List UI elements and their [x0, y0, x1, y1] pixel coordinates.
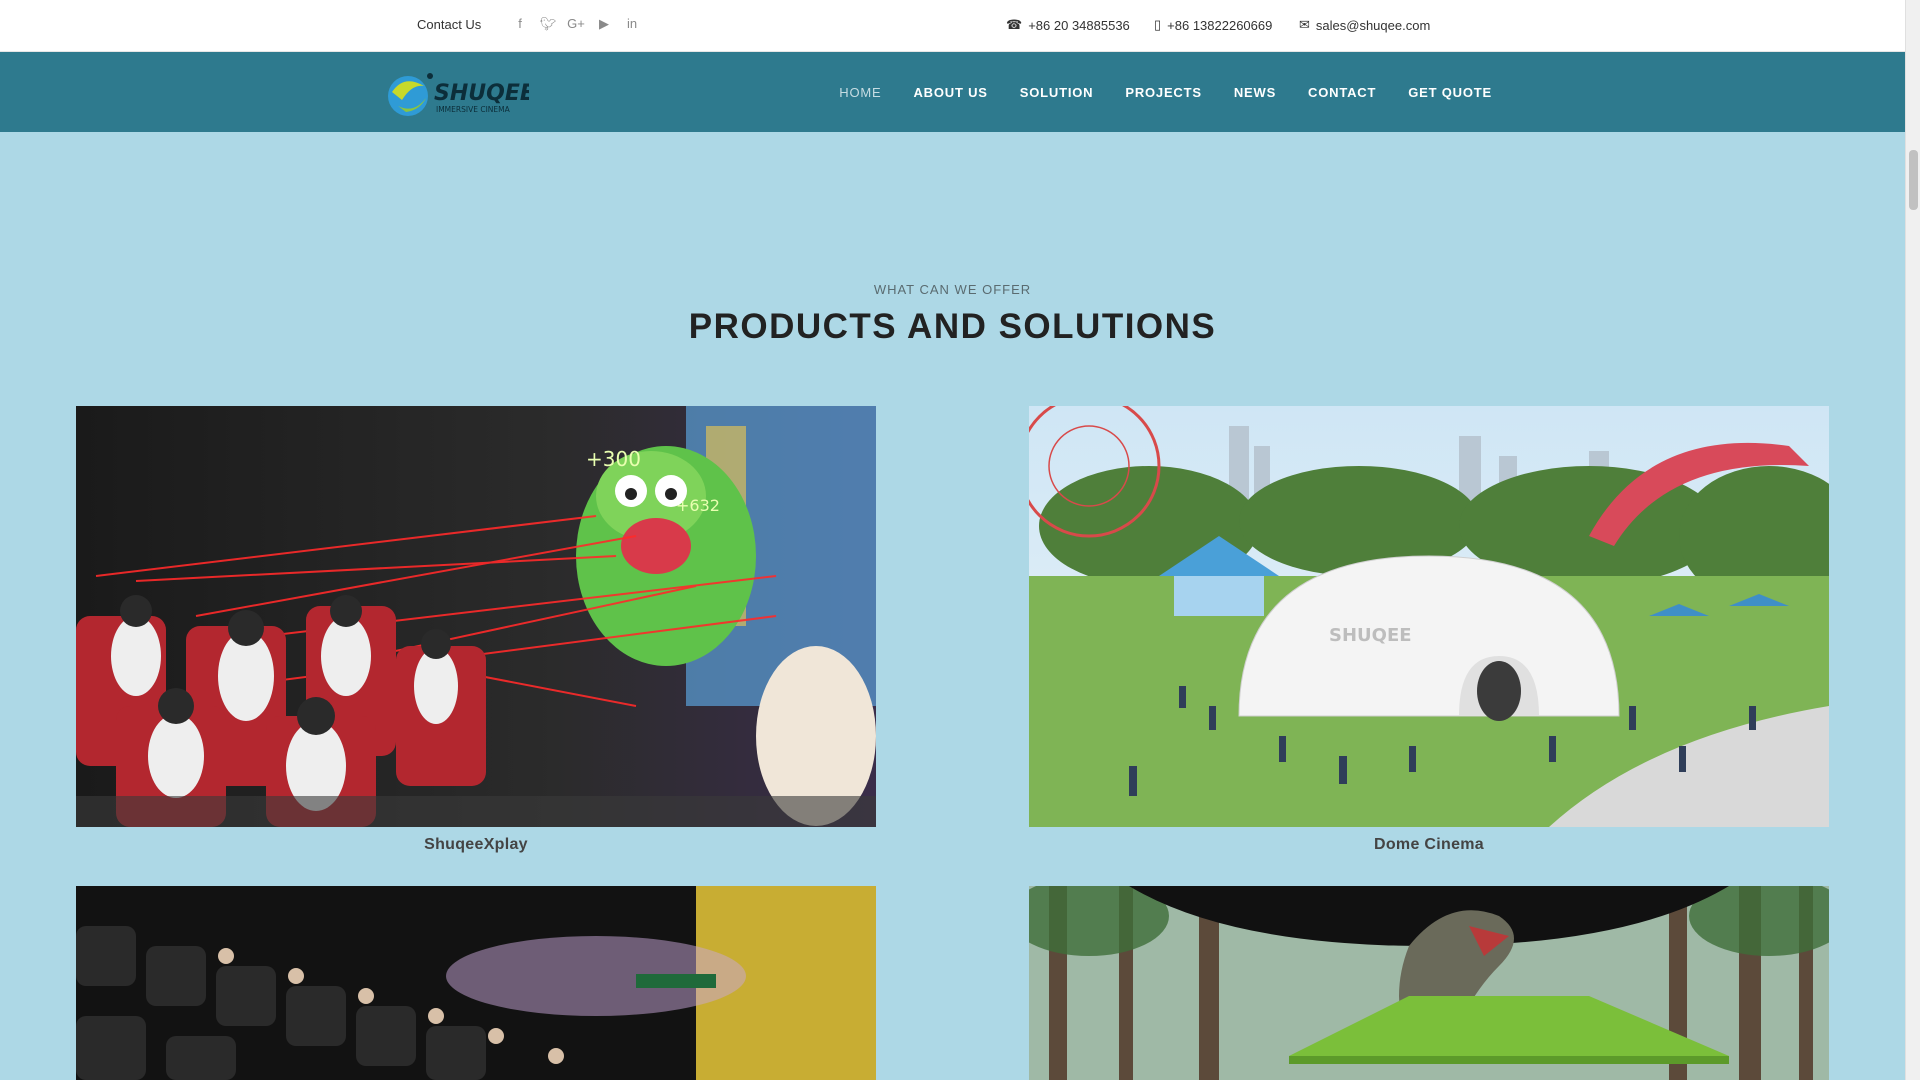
top-bar: Contact Us f 🐦︎ G+ ▶ in ☎ +86 20 3488553…	[0, 0, 1905, 52]
envelope-icon: ✉	[1299, 17, 1310, 32]
nav-projects[interactable]: PROJECTS	[1125, 85, 1201, 100]
product-caption-dome-cinema[interactable]: Dome Cinema	[1029, 836, 1829, 854]
email-address[interactable]: sales@shuqee.com	[1316, 18, 1430, 33]
svg-text:+300: +300	[586, 447, 641, 471]
product-caption-shuqeexplay[interactable]: ShuqeeXplay	[76, 836, 876, 854]
svg-text:SHUQEE: SHUQEE	[434, 81, 529, 106]
nav-solution[interactable]: SOLUTION	[1020, 85, 1094, 100]
svg-text:SHUQEE: SHUQEE	[1329, 625, 1412, 646]
main-nav-bar: SHUQEE IMMERSIVE CINEMA HOME ABOUT US SO…	[0, 52, 1905, 132]
page-scrollbar[interactable]	[1905, 0, 1920, 1080]
nav-news[interactable]: NEWS	[1234, 85, 1276, 100]
shuqee-logo[interactable]: SHUQEE IMMERSIVE CINEMA	[384, 70, 529, 118]
mobile-number[interactable]: +86 13822260669	[1167, 18, 1272, 33]
phone-icon: ☎	[1006, 17, 1023, 32]
product-image-dinosaur-theater[interactable]	[1029, 886, 1829, 1080]
nav-contact[interactable]: CONTACT	[1308, 85, 1376, 100]
nav-get-quote[interactable]: GET QUOTE	[1408, 85, 1492, 100]
linkedin-icon[interactable]: in	[618, 16, 646, 32]
product-image-dome-cinema[interactable]: SHUQEE	[1029, 406, 1829, 827]
svg-text:+632: +632	[676, 496, 720, 515]
google-plus-icon[interactable]: G+	[562, 16, 590, 32]
main-menu: HOME ABOUT US SOLUTION PROJECTS NEWS CON…	[807, 52, 1492, 132]
social-links: f 🐦︎ G+ ▶ in	[506, 16, 646, 32]
product-image-shuqeexplay[interactable]: +300 +632	[76, 406, 876, 827]
svg-text:IMMERSIVE CINEMA: IMMERSIVE CINEMA	[436, 105, 511, 114]
scrollbar-thumb[interactable]	[1909, 150, 1918, 210]
product-image-4d-cinema[interactable]	[76, 886, 876, 1080]
mobile-info: ▯ +86 13822260669	[1154, 17, 1272, 33]
mobile-icon: ▯	[1154, 17, 1162, 32]
facebook-icon[interactable]: f	[506, 16, 534, 32]
phone-info: ☎ +86 20 34885536	[1006, 17, 1130, 33]
email-info: ✉ sales@shuqee.com	[1299, 17, 1430, 33]
section-title: PRODUCTS AND SOLUTIONS	[688, 307, 1217, 346]
contact-us-link[interactable]: Contact Us	[417, 17, 481, 32]
nav-about-us[interactable]: ABOUT US	[913, 85, 987, 100]
phone-number[interactable]: +86 20 34885536	[1028, 18, 1130, 33]
youtube-icon[interactable]: ▶	[590, 16, 618, 32]
nav-home[interactable]: HOME	[839, 85, 881, 100]
twitter-icon[interactable]: 🐦︎	[534, 16, 562, 32]
section-eyebrow: WHAT CAN WE OFFER	[873, 282, 1032, 297]
